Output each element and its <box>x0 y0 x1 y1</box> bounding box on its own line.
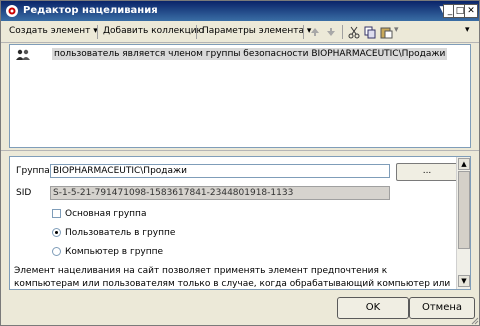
move-up-icon[interactable] <box>308 25 322 39</box>
element-params-menu[interactable]: Параметры элемента ▾ <box>202 26 311 36</box>
panel-splitter[interactable] <box>1 150 479 155</box>
toolbar-overflow-icon[interactable]: ▾ <box>465 25 470 35</box>
create-element-menu[interactable]: Создать элемент ▾ <box>9 26 98 36</box>
user-in-group-radio[interactable] <box>52 228 61 237</box>
paste-dropdown-icon[interactable]: ▾ <box>394 25 399 35</box>
scroll-thumb[interactable] <box>458 171 470 249</box>
rule-text: пользователь является членом группы безо… <box>52 48 448 60</box>
toolbar: Создать элемент ▾ Добавить коллекцию Пар… <box>1 21 479 43</box>
toolbar-separator <box>97 25 98 39</box>
group-field[interactable]: BIOPHARMACEUTIC\Продажи <box>50 164 390 178</box>
rule-properties-panel: Группа BIOPHARMACEUTIC\Продажи ... SID S… <box>9 156 471 290</box>
window-title: Редактор нацеливания <box>23 5 158 16</box>
sid-label: SID <box>16 188 32 198</box>
cut-icon[interactable] <box>347 25 361 39</box>
description-text: Элемент нацеливания на сайт позволяет пр… <box>14 266 451 289</box>
toolbar-separator <box>342 25 343 39</box>
users-group-icon <box>16 49 30 60</box>
sid-field: S-1-5-21-791471098-1583617841-2344801918… <box>50 186 390 200</box>
user-in-group-label: Пользователь в группе <box>65 228 176 238</box>
targeting-editor-window: Редактор нацеливания ▼ _ □ ✕ Создать эле… <box>0 0 480 326</box>
computer-in-group-radio[interactable] <box>52 247 61 256</box>
toolbar-separator <box>303 25 304 39</box>
copy-icon[interactable] <box>363 25 377 39</box>
cancel-button[interactable]: Отмена <box>409 297 475 319</box>
targeting-icon <box>6 5 18 17</box>
scroll-down-icon[interactable]: ▼ <box>458 275 470 287</box>
targeting-rules-list: пользователь является членом группы безо… <box>9 44 471 148</box>
properties-scrollbar[interactable]: ▲ ▼ <box>456 157 470 289</box>
add-collection-button[interactable]: Добавить коллекцию <box>103 26 204 36</box>
move-down-icon[interactable] <box>324 25 338 39</box>
ok-button[interactable]: OK <box>337 297 409 319</box>
scroll-up-icon[interactable]: ▲ <box>458 158 470 170</box>
close-button[interactable]: ✕ <box>464 4 478 18</box>
title-bar: Редактор нацеливания ▼ _ □ ✕ <box>1 1 479 21</box>
paste-icon[interactable] <box>379 25 393 39</box>
computer-in-group-label: Компьютер в группе <box>65 247 164 257</box>
resize-grip-icon[interactable] <box>469 315 479 325</box>
element-params-label: Параметры элемента <box>202 26 304 36</box>
group-label: Группа <box>16 166 50 176</box>
toolbar-separator <box>196 25 197 39</box>
browse-button[interactable]: ... <box>396 163 458 181</box>
primary-group-checkbox[interactable] <box>52 209 61 218</box>
create-element-label: Создать элемент <box>9 26 91 36</box>
primary-group-label: Основная группа <box>65 209 147 219</box>
